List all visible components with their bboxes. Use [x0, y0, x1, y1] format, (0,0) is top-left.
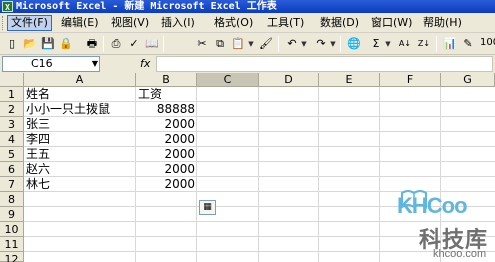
paste-dropdown-icon[interactable]: ▼: [248, 36, 254, 52]
select-all-corner[interactable]: [0, 73, 24, 87]
formula-input[interactable]: [156, 56, 493, 72]
menu-edit[interactable]: 编辑(E): [58, 15, 102, 31]
column-header-b[interactable]: B: [136, 73, 197, 87]
menu-file[interactable]: 文件(F): [7, 15, 52, 31]
excel-app-icon[interactable]: X: [2, 1, 13, 12]
toolbar-separator: [278, 36, 279, 52]
spelling-icon[interactable]: ✓: [126, 36, 142, 52]
column-header-a[interactable]: A: [24, 73, 136, 87]
cell-b2[interactable]: 88888: [136, 102, 197, 117]
hyperlink-icon[interactable]: 🌐: [346, 36, 362, 52]
undo-icon[interactable]: ↶: [284, 36, 300, 52]
cell-b3[interactable]: 2000: [136, 117, 197, 132]
row-header-10[interactable]: 10: [0, 222, 24, 237]
cell-a5[interactable]: 王五: [24, 147, 136, 162]
save-icon[interactable]: 💾: [40, 36, 56, 52]
menu-bar: 文件(F) 编辑(E) 视图(V) 插入(I) 格式(O) 工具(T) 数据(D…: [0, 13, 495, 33]
cell-b1[interactable]: 工资: [136, 87, 197, 102]
row-header-4[interactable]: 4: [0, 132, 24, 147]
column-header-c[interactable]: C: [197, 73, 259, 87]
insert-function-icon[interactable]: fx: [140, 56, 150, 72]
permission-icon[interactable]: 🔒: [58, 36, 74, 52]
cell-a7[interactable]: 林七: [24, 177, 136, 192]
menu-insert[interactable]: 插入(I): [158, 15, 198, 31]
row-header-1[interactable]: 1: [0, 87, 24, 102]
autosum-dropdown-icon[interactable]: ▼: [385, 36, 391, 52]
row-header-7[interactable]: 7: [0, 177, 24, 192]
cell-a4[interactable]: 李四: [24, 132, 136, 147]
redo-dropdown-icon[interactable]: ▼: [330, 36, 336, 52]
undo-dropdown-icon[interactable]: ▼: [301, 36, 307, 52]
menubar-grip[interactable]: [2, 16, 5, 30]
copy-icon[interactable]: ⧉: [212, 36, 228, 52]
window-title: Microsoft Excel - 新建 Microsoft Excel 工作表: [16, 1, 277, 12]
khcoo-watermark: KHCoo 科技库 khcoo.com: [395, 185, 495, 262]
title-bar: X Microsoft Excel - 新建 Microsoft Excel 工…: [0, 0, 495, 13]
cell-a1[interactable]: 姓名: [24, 87, 136, 102]
zoom-box[interactable]: 100: [480, 37, 495, 48]
cell-a3[interactable]: 张三: [24, 117, 136, 132]
name-box[interactable]: C16: [2, 56, 100, 72]
cell-b6[interactable]: 2000: [136, 162, 197, 177]
standard-toolbar: ▯ 📂 💾 🔒 🖶 ⎙ ✓ 📖 ✂ ⧉ 📋 ▼ 🖌 ↶ ▼ ↷ ▼ 🌐 Σ ▼ …: [0, 33, 495, 55]
row-header-5[interactable]: 5: [0, 147, 24, 162]
format-painter-icon[interactable]: 🖌: [258, 36, 274, 52]
cell-b5[interactable]: 2000: [136, 147, 197, 162]
toolbar-separator: [340, 36, 341, 52]
column-header-g[interactable]: G: [441, 73, 495, 87]
row-header-11[interactable]: 11: [0, 237, 24, 252]
watermark-logo: KHCoo: [397, 193, 468, 218]
menu-tools[interactable]: 工具(T): [264, 15, 307, 31]
redo-icon[interactable]: ↷: [313, 36, 329, 52]
menu-view[interactable]: 视图(V): [108, 15, 152, 31]
toolbar-separator: [436, 36, 437, 52]
menu-window[interactable]: 窗口(W): [368, 15, 415, 31]
toolbar-separator: [163, 36, 164, 52]
new-icon[interactable]: ▯: [4, 36, 20, 52]
chart-wizard-icon[interactable]: 📊: [442, 36, 458, 52]
print-preview-icon[interactable]: 🖶: [84, 36, 100, 52]
row-header-8[interactable]: 8: [0, 192, 24, 207]
cell-a2[interactable]: 小小一只土拨鼠: [24, 102, 136, 117]
autosum-icon[interactable]: Σ: [368, 36, 384, 52]
paste-options-icon[interactable]: ▦: [199, 200, 216, 215]
cell-a6[interactable]: 赵六: [24, 162, 136, 177]
toolbar-separator: [103, 36, 104, 52]
paste-icon[interactable]: 📋: [230, 36, 246, 52]
sort-ascending-icon[interactable]: A↓: [397, 36, 413, 52]
formula-bar: C16 ▼ fx: [0, 55, 495, 73]
row-header-6[interactable]: 6: [0, 162, 24, 177]
row-header-3[interactable]: 3: [0, 117, 24, 132]
row-header-12[interactable]: 12: [0, 252, 24, 262]
row-header-2[interactable]: 2: [0, 102, 24, 117]
menu-help[interactable]: 帮助(H): [420, 15, 465, 31]
open-folder-icon[interactable]: 📂: [22, 36, 38, 52]
column-header-f[interactable]: F: [380, 73, 441, 87]
drawing-icon[interactable]: ✎: [460, 36, 476, 52]
print-icon[interactable]: ⎙: [108, 36, 124, 52]
name-box-dropdown-icon[interactable]: ▼: [90, 56, 100, 72]
row-header-9[interactable]: 9: [0, 207, 24, 222]
research-icon[interactable]: 📖: [144, 36, 160, 52]
cut-icon[interactable]: ✂: [194, 36, 210, 52]
sort-descending-icon[interactable]: Z↓: [416, 36, 432, 52]
menu-format[interactable]: 格式(O): [211, 15, 256, 31]
column-header-e[interactable]: E: [319, 73, 380, 87]
cell-b7[interactable]: 2000: [136, 177, 197, 192]
column-header-d[interactable]: D: [259, 73, 319, 87]
cell-b4[interactable]: 2000: [136, 132, 197, 147]
watermark-domain: khcoo.com: [433, 248, 487, 260]
menu-data[interactable]: 数据(D): [317, 15, 362, 31]
